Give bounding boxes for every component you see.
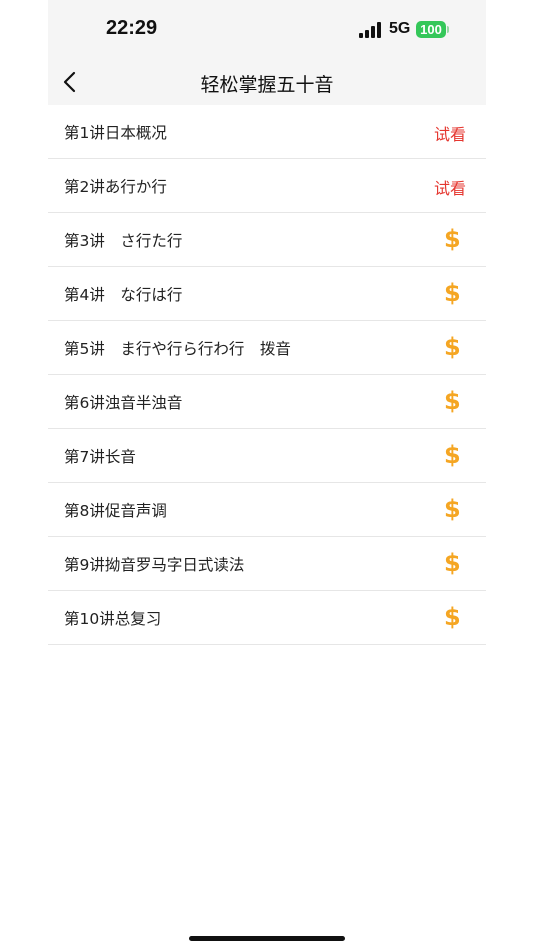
lesson-list: 第1讲日本概况 试看 第2讲あ行か行 试看 第3讲 さ行た行 $ 第4讲 な行は行 $ 第5讲 …	[48, 105, 486, 645]
lesson-title: 第5讲 ま行や行ら行わ行 拨音	[64, 340, 291, 358]
status-bar: 22:29 5G 100	[48, 0, 486, 60]
dollar-icon: $	[444, 495, 461, 523]
lesson-title: 第4讲 な行は行	[64, 286, 183, 304]
lesson-row[interactable]: 第5讲 ま行や行ら行わ行 拨音 $	[48, 321, 486, 375]
dollar-icon: $	[444, 441, 461, 469]
lesson-title: 第9讲拗音罗马字日式读法	[64, 556, 245, 574]
cellular-signal-icon	[359, 22, 381, 38]
battery-icon: 100	[416, 21, 446, 38]
home-indicator[interactable]	[189, 936, 345, 941]
lesson-row[interactable]: 第6讲浊音半浊音 $	[48, 375, 486, 429]
lesson-title: 第8讲促音声调	[64, 502, 167, 520]
lesson-row[interactable]: 第10讲总复习 $	[48, 591, 486, 645]
lesson-row[interactable]: 第7讲长音 $	[48, 429, 486, 483]
lesson-title: 第6讲浊音半浊音	[64, 394, 183, 412]
lesson-title: 第1讲日本概况	[64, 124, 167, 142]
lesson-row[interactable]: 第3讲 さ行た行 $	[48, 213, 486, 267]
dollar-icon: $	[444, 333, 461, 361]
lesson-title: 第7讲长音	[64, 448, 136, 466]
lesson-title: 第10讲总复习	[64, 610, 162, 628]
battery-tip	[447, 26, 449, 33]
lesson-row[interactable]: 第2讲あ行か行 试看	[48, 159, 486, 213]
lesson-row[interactable]: 第9讲拗音罗马字日式读法 $	[48, 537, 486, 591]
lesson-title: 第2讲あ行か行	[64, 178, 167, 196]
dollar-icon: $	[444, 225, 461, 253]
lesson-row[interactable]: 第4讲 な行は行 $	[48, 267, 486, 321]
dollar-icon: $	[444, 603, 461, 631]
page-title: 轻松掌握五十音	[200, 74, 334, 96]
lesson-row[interactable]: 第1讲日本概况 试看	[48, 105, 486, 159]
status-time: 22:29	[106, 17, 158, 39]
app-window: 22:29 5G 100 轻松掌握五十音 第1讲日本概况 试看 第2讲あ行か行 试看第…	[48, 0, 486, 950]
screen: 22:29 5G 100 轻松掌握五十音 第1讲日本概况 试看 第2讲あ行か行 试看第…	[0, 0, 534, 950]
network-type: 5G	[389, 20, 411, 37]
lesson-row[interactable]: 第8讲促音声调 $	[48, 483, 486, 537]
preview-button[interactable]: 试看	[434, 175, 466, 199]
dollar-icon: $	[444, 279, 461, 307]
dollar-icon: $	[444, 549, 461, 577]
preview-button[interactable]: 试看	[434, 121, 466, 145]
dollar-icon: $	[444, 387, 461, 415]
lesson-title: 第3讲 さ行た行	[64, 232, 183, 250]
navigation-bar: 轻松掌握五十音	[48, 60, 486, 105]
